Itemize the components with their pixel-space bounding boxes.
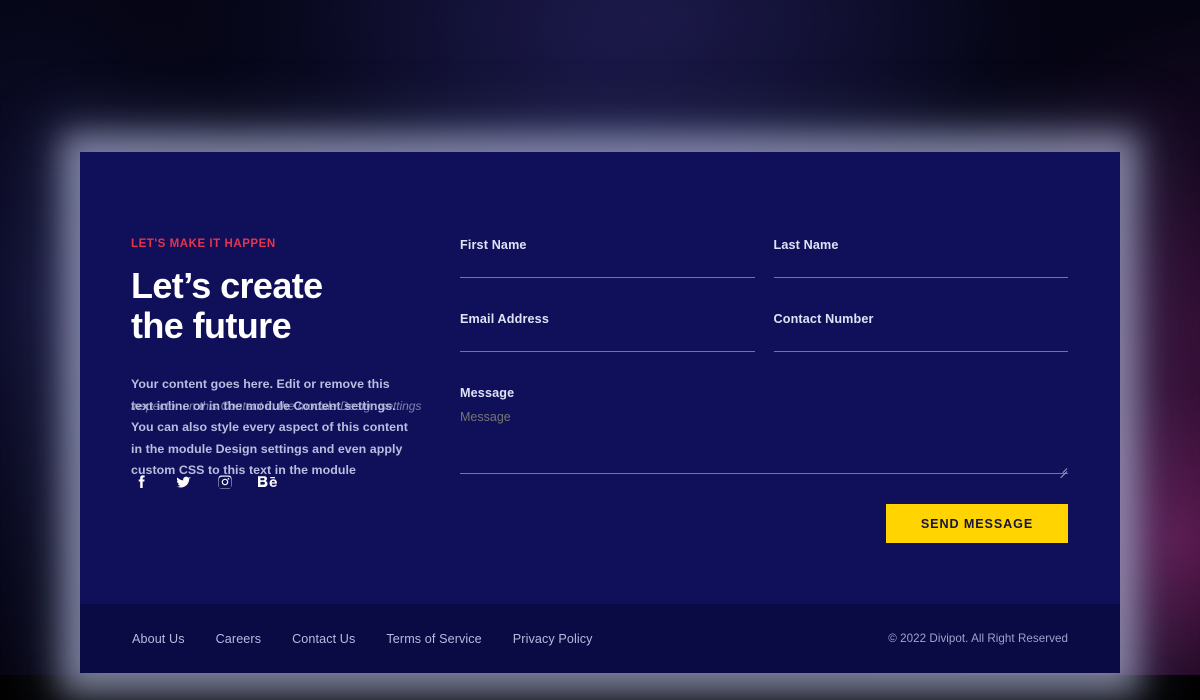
intro-column: LET'S MAKE IT HAPPEN Let’s create the fu… [131,238,461,482]
send-message-button[interactable]: SEND MESSAGE [886,504,1068,543]
intro-paragraph-text: Your content goes here. Edit or remove t… [131,377,408,477]
name-field-row: First Name Last Name [460,238,1068,278]
last-name-label: Last Name [774,238,1069,252]
headline-line-2: the future [131,306,461,346]
footer-link-terms-of-service[interactable]: Terms of Service [386,632,481,646]
behance-icon[interactable] [257,472,277,492]
page-title: Let’s create the future [131,266,461,346]
contact-number-input[interactable] [774,339,1069,352]
contact-number-label: Contact Number [774,312,1069,326]
submit-row: SEND MESSAGE [460,504,1068,543]
footer-link-item: Contact Us [292,630,355,648]
email-field: Email Address [460,312,755,352]
message-label: Message [460,386,1068,400]
footer-link-privacy-policy[interactable]: Privacy Policy [513,632,593,646]
first-name-input[interactable] [460,265,755,278]
copyright-text: © 2022 Divipot. All Right Reserved [888,632,1068,645]
instagram-icon[interactable] [215,472,235,492]
footer-link-careers[interactable]: Careers [216,632,262,646]
message-input[interactable] [460,410,1068,474]
social-links [131,472,277,492]
first-name-field: First Name [460,238,755,278]
contact-number-field: Contact Number [774,312,1069,352]
footer-link-item: Terms of Service [386,630,481,648]
intro-paragraph: Your content goes here. Edit or remove t… [131,374,413,482]
headline-line-1: Let’s create [131,266,461,306]
contact-field-row: Email Address Contact Number [460,312,1068,352]
footer-link-item: Careers [216,630,262,648]
email-input[interactable] [460,339,755,352]
last-name-field: Last Name [774,238,1069,278]
facebook-icon[interactable] [131,472,151,492]
contact-section: LET'S MAKE IT HAPPEN Let’s create the fu… [80,152,1120,673]
footer-link-item: About Us [132,630,185,648]
footer-link-item: Privacy Policy [513,630,593,648]
panel-body: LET'S MAKE IT HAPPEN Let’s create the fu… [80,152,1120,604]
footer-link-about-us[interactable]: About Us [132,632,185,646]
first-name-label: First Name [460,238,755,252]
site-footer: About Us Careers Contact Us Terms of Ser… [80,604,1120,673]
email-label: Email Address [460,312,755,326]
twitter-icon[interactable] [173,472,193,492]
footer-link-contact-us[interactable]: Contact Us [292,632,355,646]
last-name-input[interactable] [774,265,1069,278]
footer-nav: About Us Careers Contact Us Terms of Ser… [132,630,593,648]
message-field: Message [460,386,1068,474]
eyebrow-label: LET'S MAKE IT HAPPEN [131,238,461,250]
contact-form[interactable]: First Name Last Name Email Address Conta… [460,238,1068,543]
